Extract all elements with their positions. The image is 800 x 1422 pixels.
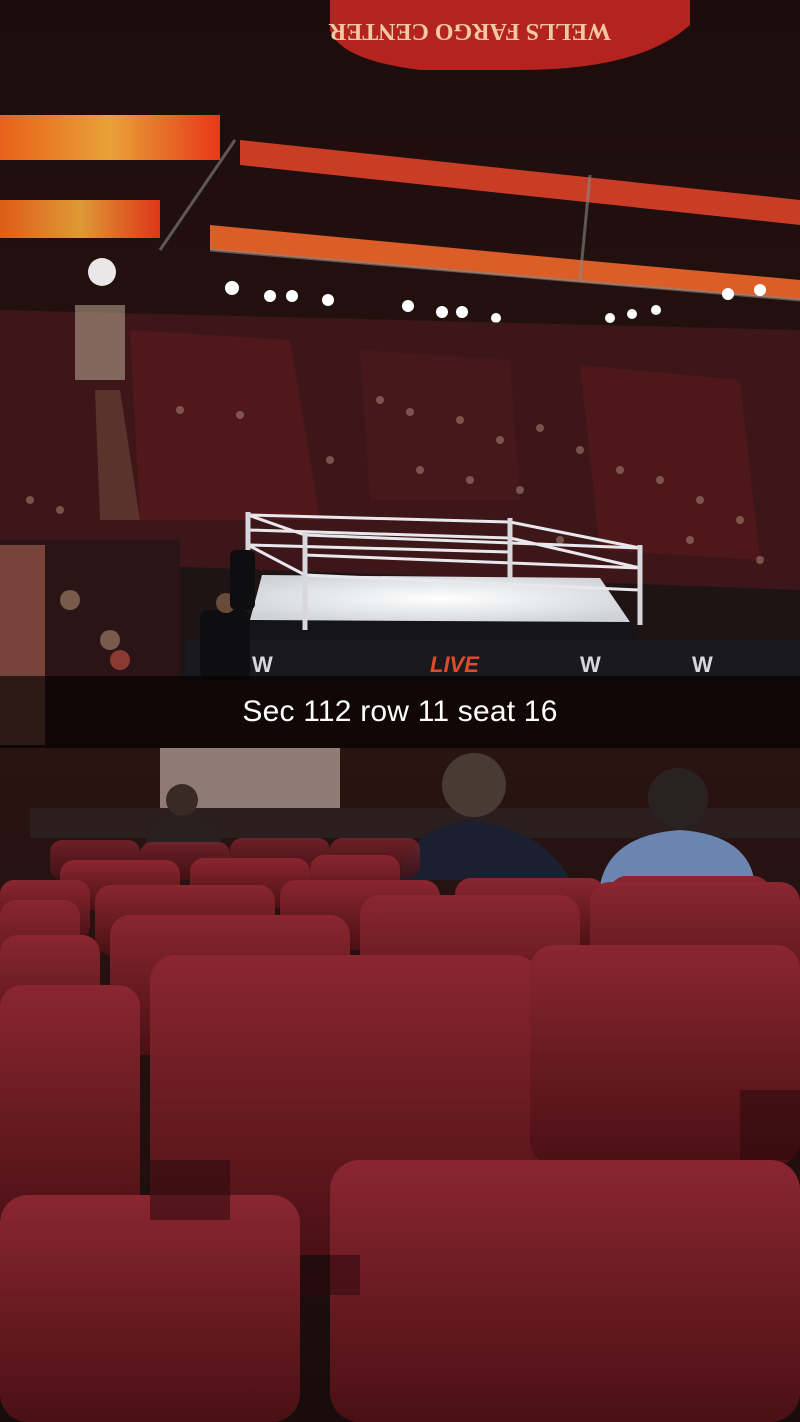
live-banner: LIVE — [430, 652, 480, 677]
svg-text:W: W — [692, 652, 713, 677]
seat-rows — [0, 838, 800, 1422]
seat-caption: Sec 112 row 11 seat 16 — [242, 695, 558, 728]
led-ribbon-left-2 — [0, 200, 160, 238]
svg-text:W: W — [252, 652, 273, 677]
caption-bar: Sec 112 row 11 seat 16 — [0, 676, 800, 748]
led-ribbon-left — [0, 115, 220, 160]
scoreboard-text: WELLS FARGO CENTER — [328, 18, 611, 44]
svg-text:W: W — [580, 652, 601, 677]
